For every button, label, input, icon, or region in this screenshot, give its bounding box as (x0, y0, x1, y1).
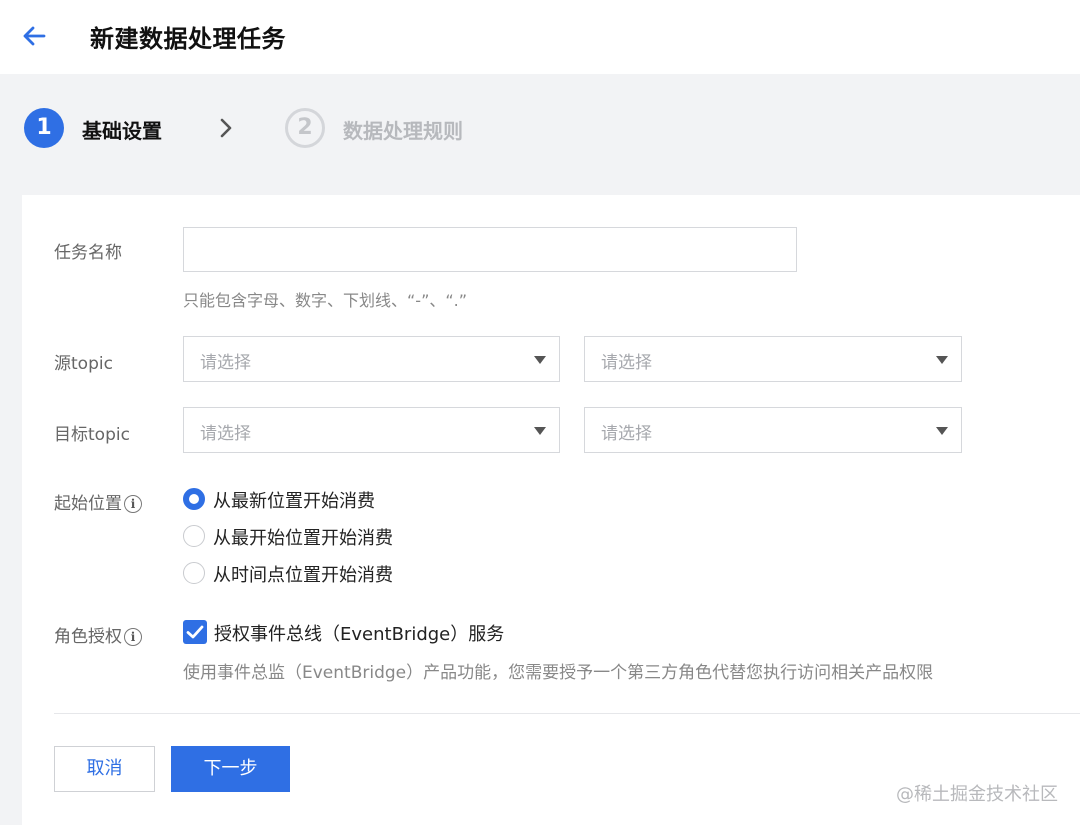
select-placeholder: 请选择 (601, 424, 652, 444)
start-position-label: 起始位置 i (54, 489, 142, 514)
step-2-label: 数据处理规则 (343, 119, 463, 143)
chevron-right-icon (220, 118, 232, 138)
form-panel: 任务名称 只能包含字母、数字、下划线、“-”、“.” 源topic 请选择 请选… (22, 195, 1080, 825)
start-position-label-text: 起始位置 (54, 494, 122, 514)
page-title: 新建数据处理任务 (90, 25, 286, 53)
source-topic-select-1[interactable]: 请选择 (183, 336, 560, 382)
caret-down-icon (936, 356, 948, 364)
radio-button[interactable] (183, 525, 205, 547)
select-placeholder: 请选择 (200, 424, 251, 444)
info-icon[interactable]: i (124, 628, 142, 646)
page-header: 新建数据处理任务 (0, 0, 1080, 74)
task-name-input[interactable] (183, 227, 797, 272)
source-topic-label: 源topic (54, 354, 113, 374)
step-2-number: 2 (285, 108, 325, 148)
role-auth-label: 角色授权 i (54, 622, 142, 647)
watermark: @稀土掘金技术社区 (896, 784, 1058, 805)
target-topic-select-1[interactable]: 请选择 (183, 407, 560, 453)
caret-down-icon (534, 356, 546, 364)
step-1-label: 基础设置 (82, 119, 162, 143)
divider (54, 713, 1080, 714)
target-topic-label: 目标topic (54, 425, 130, 445)
radio-label: 从最开始位置开始消费 (213, 528, 393, 549)
target-topic-select-2[interactable]: 请选择 (584, 407, 962, 453)
select-placeholder: 请选择 (601, 353, 652, 373)
radio-button-checked[interactable] (183, 488, 205, 510)
role-auth-label-text: 角色授权 (54, 627, 122, 647)
task-name-hint: 只能包含字母、数字、下划线、“-”、“.” (183, 291, 468, 310)
radio-label: 从时间点位置开始消费 (213, 565, 393, 586)
select-placeholder: 请选择 (200, 353, 251, 373)
source-topic-select-2[interactable]: 请选择 (584, 336, 962, 382)
caret-down-icon (534, 427, 546, 435)
radio-label: 从最新位置开始消费 (213, 491, 375, 512)
role-auth-description: 使用事件总监（EventBridge）产品功能，您需要授予一个第三方角色代替您执… (183, 663, 934, 683)
check-icon (186, 625, 204, 639)
caret-down-icon (936, 427, 948, 435)
next-step-button[interactable]: 下一步 (171, 746, 290, 792)
arrow-left-icon[interactable] (20, 22, 48, 50)
authorize-eventbridge-checkbox[interactable] (183, 620, 207, 644)
step-indicator: 1 基础设置 2 数据处理规则 (0, 96, 1080, 166)
authorize-eventbridge-label: 授权事件总线（EventBridge）服务 (214, 624, 505, 645)
cancel-button[interactable]: 取消 (54, 746, 155, 792)
radio-button[interactable] (183, 562, 205, 584)
info-icon[interactable]: i (124, 495, 142, 513)
task-name-label: 任务名称 (54, 243, 122, 263)
step-1-number: 1 (24, 108, 64, 148)
